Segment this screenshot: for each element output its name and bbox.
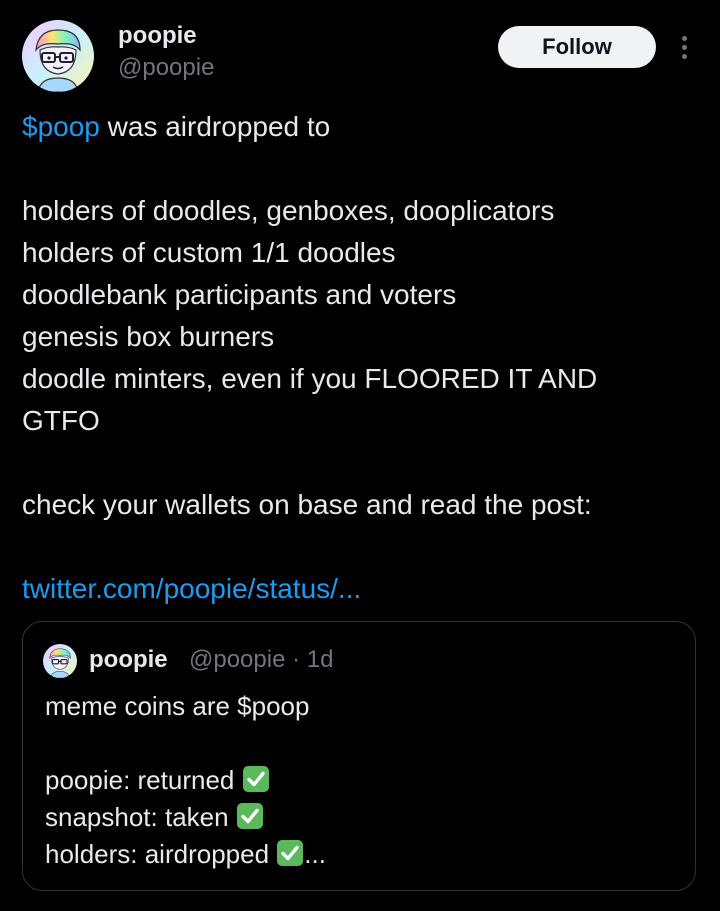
status-link[interactable]: twitter.com/poopie/status/... [22,573,361,604]
tweet-header: poopie @poopie Follow [22,16,702,96]
quote-line: holders: airdropped ... [45,836,675,873]
tweet-line: holders of doodles, genboxes, dooplicato… [22,195,555,226]
tweet-line-text: was airdropped to [99,111,331,142]
author-display-name[interactable]: poopie [118,22,197,50]
quoted-tweet-card[interactable]: poopie @poopie · 1d meme coins are $poop… [22,621,696,891]
tweet-line: check your wallets on base and read the … [22,489,592,520]
quote-line: poopie: returned [45,762,675,799]
quoted-author-avatar[interactable] [43,644,77,678]
more-options-icon[interactable] [672,32,696,62]
quoted-author-name: poopie [89,646,168,673]
check-mark-emoji-icon [236,802,264,830]
quoted-author-meta: @poopie · 1d [189,646,334,673]
check-mark-emoji-icon [276,839,304,867]
author-avatar[interactable] [22,20,94,92]
tweet-line: holders of custom 1/1 doodles [22,237,396,268]
doodle-avatar-icon [43,644,77,678]
tweet-body: $poop was airdropped to holders of doodl… [22,106,702,610]
quote-ellipsis: ... [304,839,326,869]
quote-line: meme coins are $poop [45,691,310,721]
tweet-line: doodlebank participants and voters [22,279,457,310]
quote-line-text: poopie: returned [45,765,242,795]
tweet-line: GTFO [22,405,100,436]
quote-line-text: snapshot: taken [45,802,236,832]
quoted-tweet-body: meme coins are $poop poopie: returned sn… [45,688,675,873]
tweet-line: twitter.com/poopie/status/... [22,568,702,610]
more-dot [682,45,687,50]
quote-line: snapshot: taken [45,799,675,836]
tweet-line: doodle minters, even if you FLOORED IT A… [22,363,598,394]
check-mark-emoji-icon [242,765,270,793]
cashtag-link[interactable]: $poop [22,111,100,142]
tweet-line: $poop was airdropped to [22,106,702,148]
more-dot [682,36,687,41]
doodle-avatar-icon [22,20,94,92]
tweet-line: genesis box burners [22,321,275,352]
follow-button[interactable]: Follow [498,26,656,68]
quote-line-text: holders: airdropped [45,839,277,869]
more-dot [682,54,687,59]
author-handle[interactable]: @poopie [118,54,214,82]
